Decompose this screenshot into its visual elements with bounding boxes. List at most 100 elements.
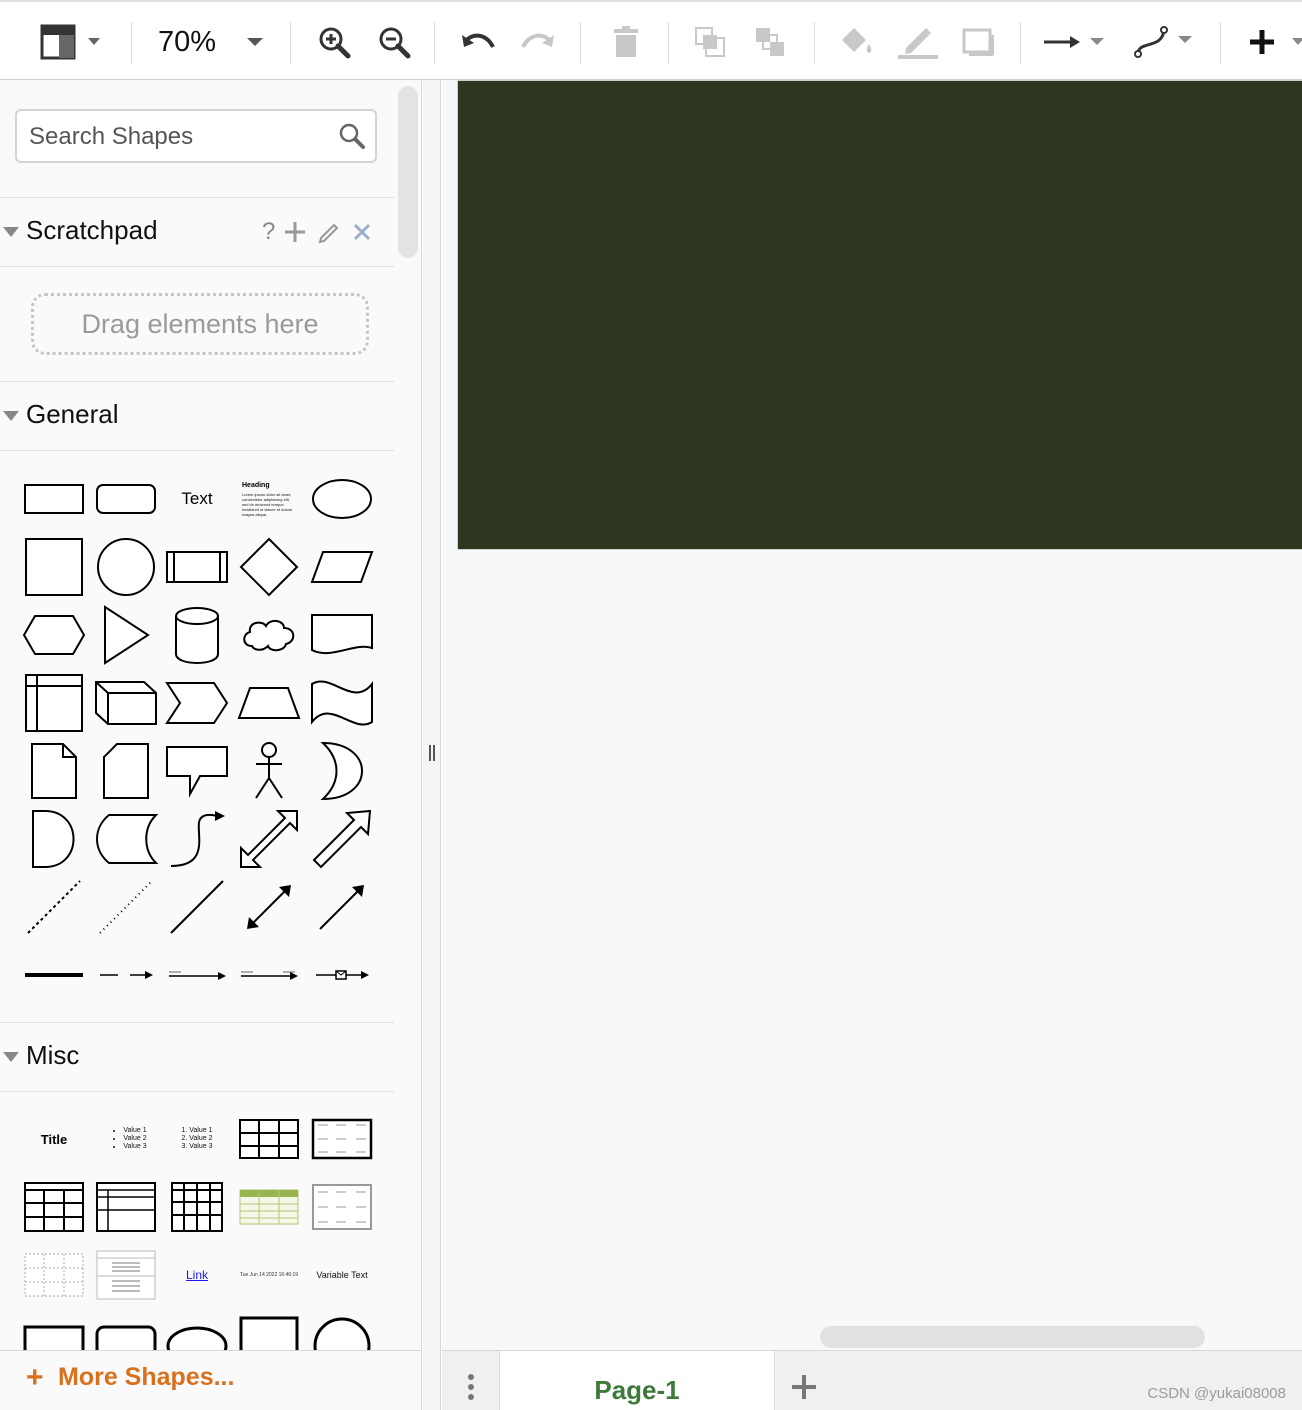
shape-arrow[interactable] [309,807,375,871]
help-icon[interactable]: ? [262,218,275,246]
shape-text[interactable]: Text [164,467,230,531]
styled-table-icon [239,1189,299,1225]
shape-dashed-line[interactable] [21,875,87,939]
zoom-out-button[interactable] [374,16,414,68]
table-icon [24,1182,84,1232]
edit-pencil-icon[interactable] [317,220,341,244]
shape-dotted-table[interactable] [21,1243,87,1307]
shape-document[interactable] [309,603,375,667]
shape-process[interactable] [164,535,230,599]
tab-page-1[interactable]: Page-1 [499,1351,775,1410]
connection-style-dropdown[interactable] [1040,16,1110,68]
shape-source-target-connector[interactable] [164,943,230,1007]
pages-menu-button[interactable] [466,1373,476,1406]
shape-card[interactable] [93,739,159,803]
shape-curve[interactable] [164,807,230,871]
line-color-button[interactable] [894,16,940,68]
shape-dotted-line[interactable] [93,875,159,939]
shape-diamond[interactable] [236,535,302,599]
scratchpad-header[interactable]: Scratchpad ? [0,197,394,267]
shape-styled-table[interactable] [236,1175,302,1239]
add-page-button[interactable] [790,1373,818,1406]
shape-trapezoid[interactable] [236,671,302,735]
shape-or[interactable] [309,739,375,803]
shape-delay[interactable] [21,807,87,871]
shape-dense-table[interactable] [164,1175,230,1239]
shape-value-table[interactable] [309,1107,375,1171]
shape-circle[interactable] [93,535,159,599]
shadow-button[interactable] [958,16,998,68]
diagram-page[interactable] [457,80,1302,550]
zoom-level[interactable]: 70% [158,26,216,59]
waypoints-dropdown[interactable] [1132,16,1198,68]
shape-square[interactable] [21,535,87,599]
shape-bidirectional-connector[interactable] [236,875,302,939]
shape-callout[interactable] [164,739,230,803]
document-icon [311,614,373,655]
redo-button[interactable] [518,16,558,68]
zoom-in-button[interactable] [314,16,354,68]
shape-cube[interactable] [93,671,159,735]
drag-handle-icon[interactable] [429,745,435,761]
shape-timestamp[interactable]: Tue Jun 14 2022 16:46:19 [236,1243,302,1307]
shape-internal-storage[interactable] [21,671,87,735]
shape-list-table[interactable] [93,1175,159,1239]
general-header[interactable]: General [0,381,394,451]
shape-variable-text[interactable]: Variable Text [309,1243,375,1307]
shape-hexagon[interactable] [21,603,87,667]
add-icon[interactable] [283,220,307,244]
diagram-canvas[interactable] [442,80,1302,1350]
shape-triangle[interactable] [93,603,159,667]
sidebar-splitter[interactable] [423,80,441,1410]
shape-line[interactable] [164,875,230,939]
shape-title[interactable]: Title [21,1107,87,1171]
shape-cylinder[interactable] [164,603,230,667]
shape-note[interactable] [21,739,87,803]
shape-tape[interactable] [309,671,375,735]
canvas-horizontal-scrollbar[interactable] [820,1326,1205,1348]
shape-sections-list[interactable] [93,1243,159,1307]
shape-gray-table[interactable] [309,1175,375,1239]
delete-button[interactable] [606,16,646,68]
parallelogram-icon [310,551,374,583]
collapse-triangle-icon [3,411,19,421]
shape-parallelogram[interactable] [309,535,375,599]
toolbar-divider [580,22,581,64]
shape-numbered-list[interactable]: 1. Value 1 2. Value 2 3. Value 3 [164,1107,230,1171]
zoom-dropdown[interactable] [240,16,270,68]
shape-grid-table[interactable] [236,1107,302,1171]
shapes-sidebar: Scratchpad ? Drag elements here General … [0,80,422,1410]
shape-ellipse[interactable] [309,467,375,531]
more-shapes-label: More Shapes... [58,1363,235,1391]
shape-connector-with-symbol[interactable] [309,943,375,1007]
shape-heading-text[interactable]: Heading Lorem ipsum dolor sit amet, cons… [236,467,302,531]
shape-step[interactable] [164,671,230,735]
close-icon[interactable] [351,221,373,243]
shape-connector-with-labels[interactable] [236,943,302,1007]
to-back-button[interactable] [750,16,790,68]
search-icon[interactable] [339,123,365,149]
undo-button[interactable] [458,16,498,68]
shape-labeled-connector[interactable] [93,943,159,1007]
insert-button[interactable] [1242,16,1302,68]
shape-bullet-list[interactable]: Value 1Value 2Value 3 [93,1107,159,1171]
shape-thick-link[interactable] [21,943,87,1007]
fill-color-button[interactable] [836,16,876,68]
to-front-button[interactable] [690,16,730,68]
more-shapes-button[interactable]: + More Shapes... [0,1350,421,1410]
shape-table[interactable] [21,1175,87,1239]
misc-header[interactable]: Misc [0,1022,394,1092]
shape-link[interactable]: Link [164,1243,230,1307]
shape-rounded-rectangle[interactable] [93,467,159,531]
shape-directional-connector[interactable] [309,875,375,939]
shape-actor[interactable] [236,739,302,803]
sidebar-scroll-thumb[interactable] [398,86,418,258]
format-panel-button[interactable] [38,16,108,68]
shape-data-storage[interactable] [93,807,159,871]
sidebar-scrollbar[interactable] [396,80,421,1350]
scratchpad-dropzone[interactable]: Drag elements here [31,293,369,355]
shape-cloud[interactable] [236,603,302,667]
search-input[interactable] [29,121,329,153]
shape-bidirectional-arrow[interactable] [236,807,302,871]
shape-rectangle[interactable] [21,467,87,531]
